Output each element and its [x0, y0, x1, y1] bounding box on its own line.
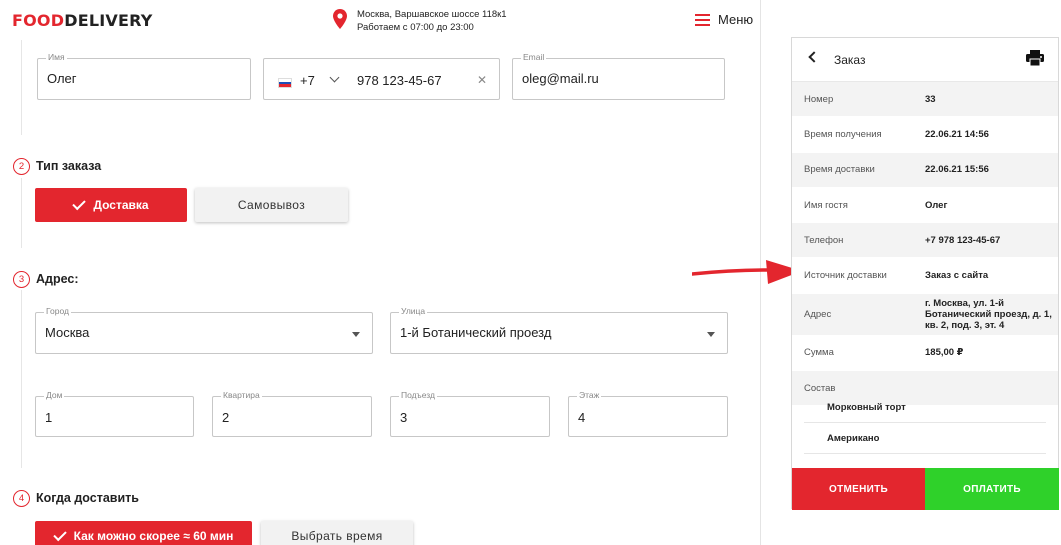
list-item: Американо: [804, 423, 1046, 454]
detail-row: Телефон +7 978 123-45-67: [792, 223, 1058, 259]
pay-button[interactable]: ОПЛАТИТЬ: [925, 468, 1059, 510]
phone-code[interactable]: +7: [300, 73, 315, 88]
order-panel-header: Заказ: [792, 38, 1058, 82]
detail-row: Адрес г. Москва, ул. 1-й Ботанический про…: [792, 293, 1058, 336]
check-icon: [52, 527, 67, 541]
step-number: 4: [13, 490, 30, 507]
floor-field[interactable]: Этаж 4: [568, 390, 728, 437]
check-icon: [72, 196, 87, 210]
apartment-field[interactable]: Квартира 2: [212, 390, 372, 437]
email-field[interactable]: Email oleg@mail.ru: [512, 52, 725, 100]
delivery-button[interactable]: Доставка: [35, 188, 187, 222]
order-panel-title: Заказ: [834, 53, 866, 67]
list-item: Морковный торт: [804, 392, 1046, 423]
detail-row: Имя гостя Олег: [792, 188, 1058, 224]
hamburger-icon: [695, 13, 710, 26]
dropdown-arrow-icon: [352, 332, 360, 337]
choose-time-button[interactable]: Выбрать время: [261, 521, 413, 545]
detail-row: Источник доставки Заказ с сайта: [792, 258, 1058, 294]
chevron-down-icon[interactable]: [329, 72, 340, 83]
step-number: 2: [13, 158, 30, 175]
menu-label: Меню: [718, 12, 754, 27]
clear-icon[interactable]: ✕: [477, 73, 487, 87]
map-pin-icon: [333, 9, 347, 29]
city-select[interactable]: Город Москва: [35, 306, 373, 354]
step-line: [21, 290, 22, 468]
pickup-button[interactable]: Самовывоз: [195, 188, 348, 222]
step-number: 3: [13, 271, 30, 288]
working-hours: Работаем с 07:00 до 23:00: [357, 22, 474, 33]
entrance-field[interactable]: Подъезд 3: [390, 390, 550, 437]
name-field[interactable]: Имя Олег: [37, 52, 251, 100]
arrow-annotation-icon: [692, 260, 802, 284]
house-field[interactable]: Дом 1: [35, 390, 194, 437]
step-line: [21, 40, 22, 135]
order-items: Морковный торт Американо: [792, 392, 1058, 454]
step-title: Тип заказа: [36, 159, 102, 173]
page: FOODDELIVERY Москва, Варшавское шоссе 11…: [0, 0, 1061, 545]
printer-icon[interactable]: [1026, 50, 1044, 66]
cancel-button[interactable]: ОТМЕНИТЬ: [792, 468, 925, 510]
step-title: Адрес:: [36, 272, 79, 286]
detail-row: Сумма 185,00 ₽: [792, 336, 1058, 372]
dropdown-arrow-icon: [707, 332, 715, 337]
header-address: Москва, Варшавское шоссе 118к1 Работаем …: [333, 8, 507, 34]
menu-button[interactable]: Меню: [695, 12, 753, 27]
order-details: Номер 33 Время получения 22.06.21 14:56 Вр…: [792, 82, 1058, 407]
phone-field[interactable]: +7 978 123-45-67 ✕: [263, 58, 500, 100]
asap-button[interactable]: Как можно скорее ≈ 60 мин: [35, 521, 252, 545]
address-line: Москва, Варшавское шоссе 118к1: [357, 9, 507, 20]
detail-row: Номер 33: [792, 82, 1058, 118]
russia-flag-icon: [278, 78, 292, 88]
order-panel: Заказ Номер 33 Время получения 22.06.21 14…: [791, 37, 1059, 510]
detail-row: Время получения 22.06.21 14:56: [792, 117, 1058, 153]
step-line: [21, 178, 22, 248]
logo[interactable]: FOODDELIVERY: [12, 11, 153, 30]
phone-number: 978 123-45-67: [357, 73, 442, 88]
step-title: Когда доставить: [36, 491, 139, 505]
detail-row: Время доставки 22.06.21 15:56: [792, 152, 1058, 188]
back-arrow-icon[interactable]: [808, 51, 820, 63]
street-select[interactable]: Улица 1-й Ботанический проезд: [390, 306, 728, 354]
